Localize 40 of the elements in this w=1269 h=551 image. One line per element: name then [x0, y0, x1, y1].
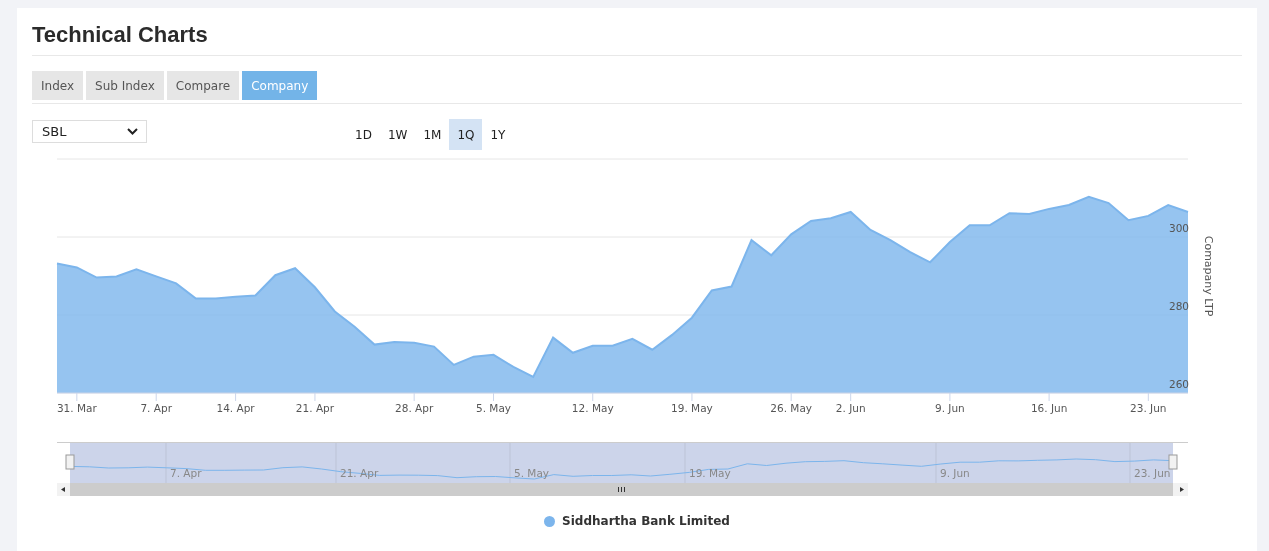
x-axis-label: 16. Jun	[1030, 402, 1068, 414]
x-axis-label: 14. Apr	[216, 402, 255, 414]
y-axis-title: Comapany LTP	[1202, 235, 1215, 317]
tab[interactable]: Index	[32, 71, 84, 100]
range-button[interactable]: 1Q	[449, 119, 483, 150]
navigator-label: 19. May	[689, 467, 731, 479]
x-axis-label: 28. Apr	[395, 402, 434, 414]
x-axis-label: 26. May	[770, 402, 813, 414]
grip-icon	[618, 486, 625, 493]
company-select[interactable]: SBL	[32, 120, 147, 143]
navigator-label: 5. May	[514, 467, 550, 479]
page-title: Technical Charts	[32, 21, 209, 49]
x-axis-label: 21. Apr	[295, 402, 335, 414]
range-button[interactable]: 1Y	[482, 119, 514, 150]
tab[interactable]: Compare	[166, 71, 240, 100]
navigator-label: 9. Jun	[940, 467, 970, 479]
x-axis-label: 12. May	[571, 402, 614, 414]
chevron-down-icon	[127, 128, 138, 135]
x-axis-label: 19. May	[671, 402, 713, 414]
navigator-label: 7. Apr	[170, 467, 202, 479]
navigator-label: 23. Jun	[1134, 467, 1171, 479]
range-button[interactable]: 1W	[379, 119, 416, 150]
x-axis-label: 2. Jun	[835, 402, 866, 414]
navigator-handle[interactable]	[65, 454, 75, 470]
x-axis-label: 9. Jun	[935, 402, 965, 414]
right-arrow-icon[interactable]	[1180, 487, 1184, 492]
x-axis-label: 5. May	[476, 402, 512, 414]
x-axis-label: 23. Jun	[1130, 402, 1167, 414]
x-axis-label: 31. Mar	[56, 402, 97, 414]
scroll-left-button[interactable]	[57, 483, 70, 496]
scrollbar-thumb[interactable]	[70, 483, 1173, 496]
left-arrow-icon[interactable]	[61, 487, 65, 492]
tab[interactable]: Sub Index	[86, 71, 164, 100]
range-button[interactable]: 1M	[415, 119, 450, 150]
legend-label[interactable]: Siddhartha Bank Limited	[562, 514, 730, 528]
x-axis-label: 7. Apr	[140, 402, 172, 414]
scroll-right-button[interactable]	[1173, 483, 1188, 496]
navigator-handle[interactable]	[1168, 454, 1178, 470]
range-button[interactable]: 1D	[347, 119, 380, 150]
navigator-label: 21. Apr	[340, 467, 379, 479]
